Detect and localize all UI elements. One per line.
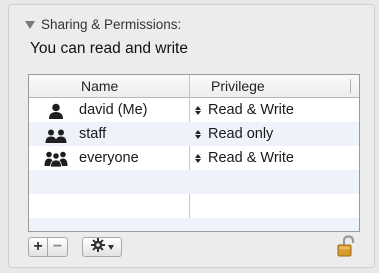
privilege-value: Read & Write: [208, 150, 294, 166]
popup-arrows-icon: [193, 105, 203, 115]
popup-arrows-icon: [193, 153, 203, 163]
row-name: david (Me): [79, 102, 148, 118]
gear-icon: [90, 237, 105, 257]
table-rows: david (Me) Read & Write staff Read only …: [29, 98, 359, 231]
add-user-button[interactable]: +: [28, 237, 48, 257]
section-title: Sharing & Permissions:: [41, 17, 182, 32]
privilege-value: Read & Write: [208, 102, 294, 118]
table-row[interactable]: staff Read only: [29, 122, 359, 146]
column-header-name[interactable]: Name: [29, 78, 189, 94]
everyone-icon: [43, 149, 69, 167]
table-row[interactable]: everyone Read & Write: [29, 146, 359, 170]
lock-icon[interactable]: [336, 234, 356, 258]
remove-user-button[interactable]: −: [48, 237, 68, 257]
sharing-disclosure[interactable]: Sharing & Permissions:: [25, 17, 181, 32]
column-resize-handle: [350, 79, 351, 93]
row-name: staff: [79, 126, 107, 142]
table-row[interactable]: david (Me) Read & Write: [29, 98, 359, 122]
table-header: Name Privilege: [29, 75, 359, 98]
empty-row: [29, 194, 359, 218]
permissions-table: Name Privilege david (Me) Read & Write s…: [28, 74, 360, 232]
single-user-icon: [43, 101, 69, 119]
column-header-privilege[interactable]: Privilege: [189, 78, 265, 94]
privilege-select[interactable]: Read & Write: [189, 102, 294, 118]
permission-summary: You can read and write: [30, 40, 188, 57]
row-name: everyone: [79, 150, 139, 166]
privilege-select[interactable]: Read & Write: [189, 150, 294, 166]
empty-row: [29, 218, 359, 231]
group-icon: [43, 125, 69, 143]
chevron-down-icon: [107, 244, 114, 250]
popup-arrows-icon: [193, 129, 203, 139]
privilege-select[interactable]: Read only: [189, 126, 273, 142]
action-menu-button[interactable]: [82, 237, 122, 257]
empty-row: [29, 170, 359, 194]
permissions-toolbar: + −: [28, 237, 122, 257]
disclosure-triangle-icon[interactable]: [25, 20, 35, 29]
privilege-value: Read only: [208, 126, 274, 142]
